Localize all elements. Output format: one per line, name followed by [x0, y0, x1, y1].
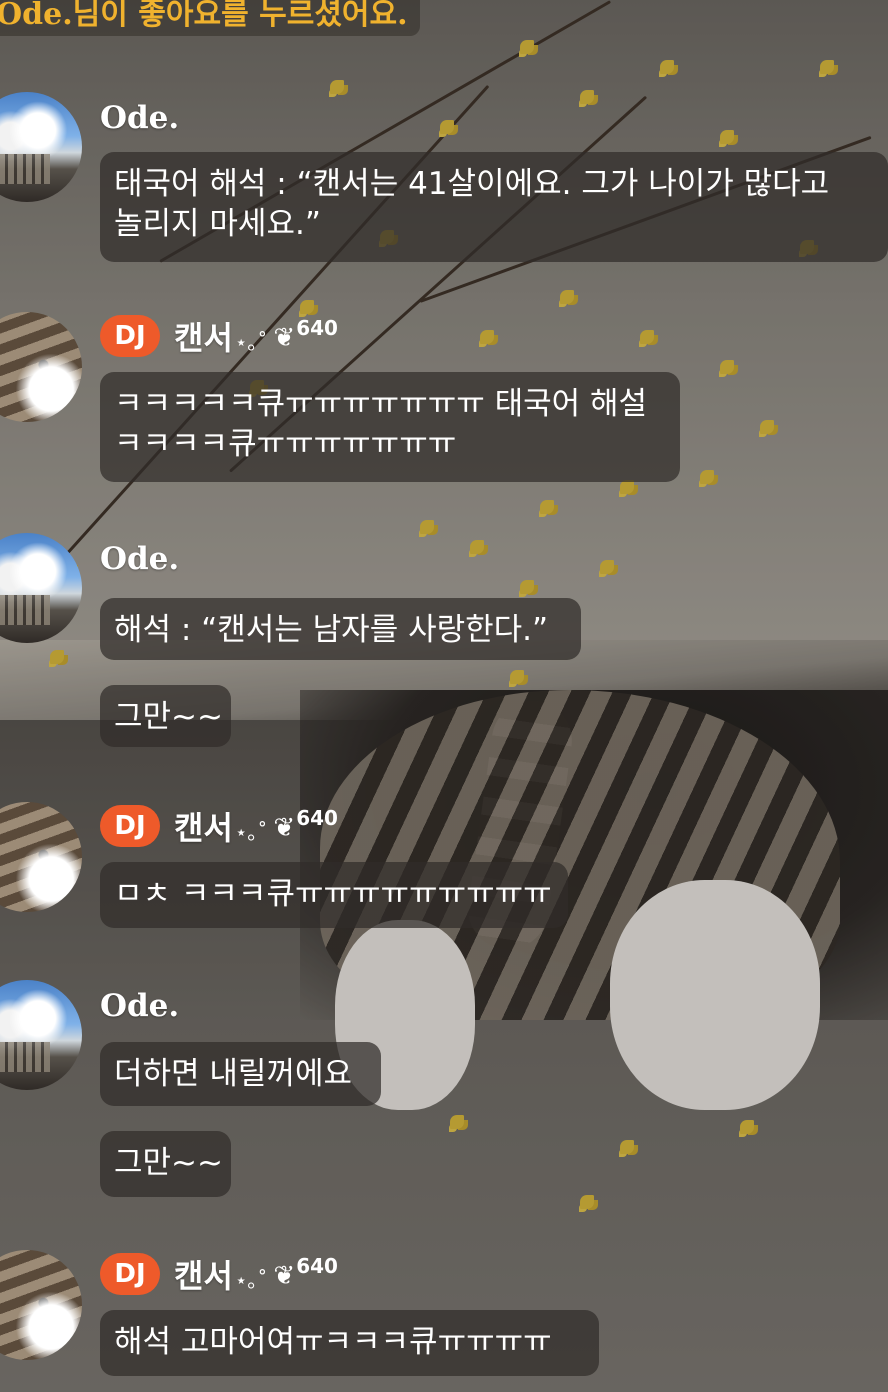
sender-row: Ode.: [100, 537, 179, 581]
sky-building-avatar[interactable]: [0, 533, 82, 643]
chat-feed: Ode.님이 좋아요를 누르셨어요. Ode. 태국어 해석 : “캔서는 41…: [0, 0, 888, 1392]
sender-row: Ode.: [100, 984, 179, 1028]
message-line: 더하면 내릴꺼에요: [114, 1056, 353, 1092]
sky-building-avatar[interactable]: [0, 92, 82, 202]
sender-row: DJ 캔서 ⋆｡˚ ❦ 640: [100, 314, 338, 358]
cat-avatar[interactable]: [0, 1250, 82, 1360]
message-bubble[interactable]: 그만~~: [100, 1131, 231, 1197]
sender-name[interactable]: 캔서: [174, 1251, 233, 1297]
cat-avatar[interactable]: [0, 312, 82, 422]
message-line: 그만~~: [114, 699, 223, 735]
sender-name[interactable]: 캔서: [174, 803, 233, 849]
name-decoration: ⋆｡˚: [234, 1267, 268, 1292]
sender-name[interactable]: Ode.: [100, 541, 179, 577]
dj-badge: DJ: [100, 805, 160, 847]
sender-row: DJ 캔서 ⋆｡˚ ❦ 640: [100, 1252, 338, 1296]
message-line: 태국어 해석 : “캔서는 41살이에요. 그가 나이가 많다고: [114, 166, 830, 202]
sender-row: DJ 캔서 ⋆｡˚ ❦ 640: [100, 804, 338, 848]
sender-row: Ode.: [100, 96, 179, 140]
sender-name[interactable]: Ode.: [100, 100, 179, 136]
message-bubble[interactable]: ㅋㅋㅋㅋㅋ큐ㅠㅠㅠㅠㅠㅠㅠ 태국어 해설 ㅋㅋㅋㅋ큐ㅠㅠㅠㅠㅠㅠㅠ: [100, 372, 680, 482]
message-bubble[interactable]: 더하면 내릴꺼에요: [100, 1042, 381, 1106]
cat-avatar[interactable]: [0, 802, 82, 912]
message-bubble[interactable]: 해석 고마어여ㅠㅋㅋㅋ큐ㅠㅠㅠㅠ: [100, 1310, 599, 1376]
message-line: 해석 고마어여ㅠㅋㅋㅋ큐ㅠㅠㅠㅠ: [114, 1324, 552, 1360]
message-line: ㅁㅊ ㅋㅋㅋ큐ㅠㅠㅠㅠㅠㅠㅠㅠㅠ: [114, 876, 552, 912]
fan-count: 640: [296, 1254, 338, 1278]
name-decoration: ⋆｡˚: [234, 819, 268, 844]
dj-badge: DJ: [100, 315, 160, 357]
message-line: 해석 : “캔서는 남자를 사랑한다.”: [114, 612, 549, 648]
message-bubble[interactable]: 태국어 해석 : “캔서는 41살이에요. 그가 나이가 많다고 놀리지 마세요…: [100, 152, 888, 262]
fan-count: 640: [296, 316, 338, 340]
message-line: 그만~~: [114, 1145, 223, 1181]
message-line: ㅋㅋㅋㅋ큐ㅠㅠㅠㅠㅠㅠㅠ: [114, 426, 457, 462]
like-notification-text: Ode.님이 좋아요를 누르셨어요.: [0, 0, 408, 32]
message-bubble[interactable]: 해석 : “캔서는 남자를 사랑한다.”: [100, 598, 581, 660]
message-line: 놀리지 마세요.”: [114, 206, 321, 242]
like-notification: Ode.님이 좋아요를 누르셨어요.: [0, 0, 420, 36]
sender-name[interactable]: Ode.: [100, 988, 179, 1024]
message-line: ㅋㅋㅋㅋㅋ큐ㅠㅠㅠㅠㅠㅠㅠ 태국어 해설: [114, 386, 648, 422]
fan-count: 640: [296, 806, 338, 830]
heart-ribbon-icon: ❦: [273, 1261, 296, 1291]
dj-badge: DJ: [100, 1253, 160, 1295]
sender-name[interactable]: 캔서: [174, 313, 233, 359]
message-bubble[interactable]: 그만~~: [100, 685, 231, 747]
heart-ribbon-icon: ❦: [273, 813, 296, 843]
sky-building-avatar[interactable]: [0, 980, 82, 1090]
message-bubble[interactable]: ㅁㅊ ㅋㅋㅋ큐ㅠㅠㅠㅠㅠㅠㅠㅠㅠ: [100, 862, 568, 928]
heart-ribbon-icon: ❦: [273, 323, 296, 353]
name-decoration: ⋆｡˚: [234, 329, 268, 354]
